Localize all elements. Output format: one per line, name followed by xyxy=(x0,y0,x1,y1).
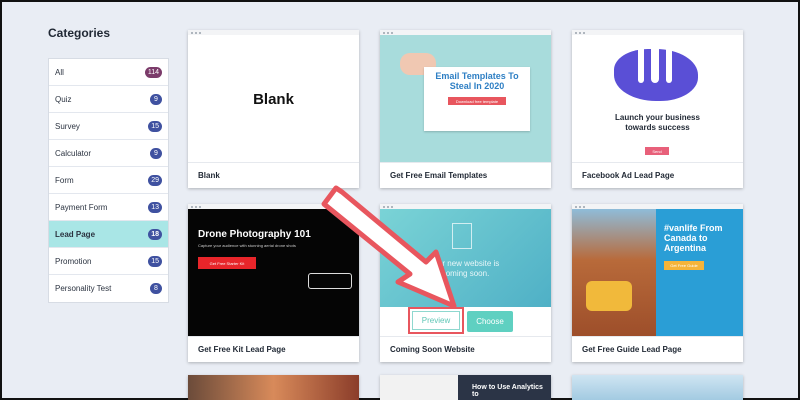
category-item-calculator[interactable]: Calculator 9 xyxy=(49,140,168,167)
category-item-form[interactable]: Form 29 xyxy=(49,167,168,194)
category-item-all[interactable]: All 114 xyxy=(49,59,168,86)
category-item-quiz[interactable]: Quiz 9 xyxy=(49,86,168,113)
fb-thumb-button: Send xyxy=(645,147,669,155)
category-label: Payment Form xyxy=(55,202,108,212)
category-count-badge: 15 xyxy=(148,120,162,132)
drone-thumb-button: Get Free Starter Kit xyxy=(198,257,256,269)
category-list: All 114 Quiz 9 Survey 15 Calculator 9 Form 29… xyxy=(48,58,169,303)
category-count-badge: 9 xyxy=(150,93,162,105)
template-name: Coming Soon Website xyxy=(390,345,475,354)
template-name: Get Free Email Templates xyxy=(390,171,488,180)
category-label: All xyxy=(55,67,64,77)
category-count-badge: 9 xyxy=(150,147,162,159)
template-card-facebook-ad[interactable]: Launch your business towards success Sen… xyxy=(572,30,743,188)
canyon-photo xyxy=(572,209,656,337)
template-name: Get Free Guide Lead Page xyxy=(582,345,682,354)
vanlife-thumb-title: #vanlife From Canada to Argentina xyxy=(664,223,723,253)
template-card-vanlife[interactable]: #vanlife From Canada to Argentina Get Fr… xyxy=(572,204,743,362)
category-label: Quiz xyxy=(55,94,72,104)
category-count-badge: 15 xyxy=(148,255,162,267)
email-card-image: Email Templates To Steal In 2020 Downloa… xyxy=(424,67,530,131)
vanlife-panel: #vanlife From Canada to Argentina Get Fr… xyxy=(656,209,743,337)
template-thumbnail: Launch your business towards success Sen… xyxy=(572,35,743,163)
template-thumbnail: Email Templates To Steal In 2020 Downloa… xyxy=(380,35,551,163)
category-label: Calculator xyxy=(55,148,92,158)
template-card-partial-2[interactable]: How to Use Analytics to xyxy=(380,375,551,400)
category-count-badge: 29 xyxy=(148,174,162,186)
preview-label: Preview xyxy=(412,311,460,330)
category-label: Personality Test xyxy=(55,284,112,293)
template-card-email-templates[interactable]: Email Templates To Steal In 2020 Downloa… xyxy=(380,30,551,188)
drone-thumb-title: Drone Photography 101 xyxy=(198,229,311,240)
template-card-partial-3[interactable] xyxy=(572,375,743,400)
fb-thumb-title: Launch your business towards success xyxy=(615,113,700,132)
category-count-badge: 13 xyxy=(148,201,162,213)
category-item-payment-form[interactable]: Payment Form 13 xyxy=(49,194,168,221)
category-count-badge: 18 xyxy=(148,228,162,240)
category-count-badge: 114 xyxy=(144,66,162,78)
choose-button[interactable]: Choose xyxy=(467,311,513,332)
vanlife-thumb-button: Get Free Guide xyxy=(664,261,704,270)
category-label: Promotion xyxy=(55,256,92,266)
annotation-arrow-icon xyxy=(321,185,457,309)
category-item-personality-test[interactable]: Personality Test 8 xyxy=(49,275,168,302)
template-name: Facebook Ad Lead Page xyxy=(582,171,675,180)
category-label: Lead Page xyxy=(55,229,96,239)
van-image xyxy=(586,281,632,311)
template-card-partial-1[interactable] xyxy=(188,375,359,400)
category-label: Form xyxy=(55,175,74,185)
template-thumbnail: #vanlife From Canada to Argentina Get Fr… xyxy=(572,209,743,337)
category-item-promotion[interactable]: Promotion 15 xyxy=(49,248,168,275)
template-thumbnail: Blank xyxy=(188,35,359,163)
template-name: Blank xyxy=(198,171,220,180)
category-label: Survey xyxy=(55,121,80,131)
category-item-survey[interactable]: Survey 15 xyxy=(49,113,168,140)
email-thumb-title: Email Templates To Steal In 2020 xyxy=(435,71,519,91)
category-count-badge: 8 xyxy=(150,283,162,294)
analytics-thumb-title: How to Use Analytics to xyxy=(472,384,543,398)
blank-thumb-text: Blank xyxy=(253,91,294,108)
categories-title: Categories xyxy=(48,26,111,40)
template-card-blank[interactable]: Blank Blank xyxy=(188,30,359,188)
category-item-lead-page[interactable]: Lead Page 18 xyxy=(49,221,168,248)
email-thumb-button: Download free template xyxy=(448,97,506,105)
template-name: Get Free Kit Lead Page xyxy=(198,345,286,354)
